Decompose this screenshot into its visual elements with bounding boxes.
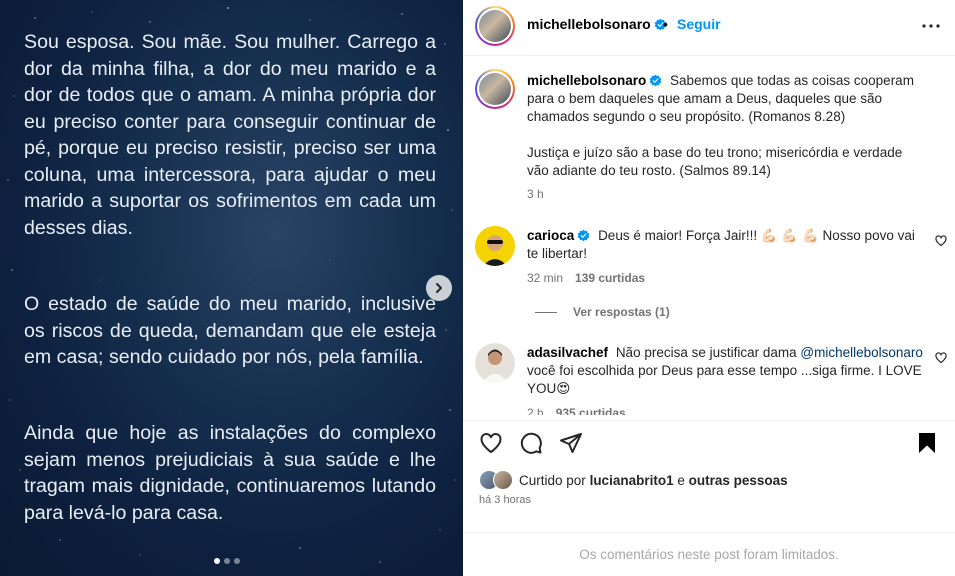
- comment-avatar[interactable]: [475, 226, 515, 266]
- verified-badge-icon: [577, 229, 590, 242]
- likes-summary: Curtido por lucianabrito1 e outras pesso…: [479, 470, 788, 490]
- comment-meta: 32 min 139 curtidas: [527, 271, 645, 285]
- comment-username[interactable]: adasilvachef: [527, 345, 608, 360]
- author-username[interactable]: michellebolsonaro: [527, 16, 667, 32]
- carousel-next-button[interactable]: [426, 275, 452, 301]
- avatar-image: [475, 226, 515, 266]
- comment-item: adasilvachef Não precisa se justificar d…: [463, 343, 955, 415]
- view-replies-label: Ver respostas (1): [573, 305, 670, 319]
- media-paragraph-2: O estado de saúde do meu marido, inclusi…: [24, 293, 436, 368]
- carousel-dot-active: [214, 558, 220, 564]
- caption-text: michellebolsonaro Sabemos que todas as c…: [527, 72, 927, 180]
- replies-line: [535, 311, 557, 313]
- chevron-right-icon: [436, 283, 442, 293]
- verified-badge-icon: [649, 74, 662, 87]
- comment-icon[interactable]: [519, 431, 543, 455]
- heart-icon[interactable]: [479, 431, 503, 455]
- comment-body: carioca Deus é maior! Força Jair!!! 💪🏻 💪…: [527, 227, 927, 263]
- likes-middle: e: [677, 472, 685, 488]
- caption-time: 3 h: [527, 187, 544, 201]
- comment-avatar[interactable]: [475, 343, 515, 383]
- likes-others[interactable]: outras pessoas: [689, 473, 788, 488]
- post-media: Sou esposa. Sou mãe. Sou mulher. Carrego…: [0, 0, 463, 576]
- caption-avatar[interactable]: [475, 69, 515, 109]
- comment-username[interactable]: carioca: [527, 228, 590, 243]
- media-paragraph-3: Ainda que hoje as instalações do complex…: [24, 422, 436, 524]
- send-icon[interactable]: [559, 431, 583, 455]
- carousel-dot: [224, 558, 230, 564]
- comment-text-before: Não precisa se justificar dama: [615, 345, 797, 360]
- comment-likes[interactable]: 139 curtidas: [575, 271, 645, 285]
- comment-text-after: você foi escolhida por Deus para esse te…: [527, 363, 922, 396]
- author-avatar[interactable]: [475, 6, 515, 46]
- action-bar: [463, 420, 955, 466]
- liker-avatar: [493, 470, 513, 490]
- comment-time: 32 min: [527, 271, 564, 285]
- follow-button[interactable]: Seguir: [677, 16, 721, 32]
- likes-user[interactable]: lucianabrito1: [590, 473, 674, 488]
- carousel-dot: [234, 558, 240, 564]
- likes-prefix: Curtido por: [519, 472, 586, 488]
- caption-text-2: Justiça e juízo são a base do teu trono;…: [527, 145, 903, 178]
- heart-icon[interactable]: [935, 352, 947, 364]
- carousel-indicator: [214, 558, 240, 564]
- ellipsis-icon[interactable]: [919, 14, 943, 38]
- comment-time: 2 h: [527, 406, 544, 415]
- caption-meta: 3 h: [527, 187, 544, 201]
- header-separator: •: [663, 16, 668, 32]
- media-paragraph-1: Sou esposa. Sou mãe. Sou mulher. Carrego…: [24, 31, 436, 239]
- post-sidebar: michellebolsonaro • Seguir michellebolso…: [463, 0, 955, 576]
- comments-limited-notice: Os comentários neste post foram limitado…: [463, 532, 955, 576]
- mention-link[interactable]: @michellebolsonaro: [800, 345, 923, 360]
- comment-body: adasilvachef Não precisa se justificar d…: [527, 344, 927, 398]
- view-replies-button[interactable]: Ver respostas (1): [535, 305, 670, 319]
- avatar-image: [475, 343, 515, 383]
- post-timestamp: há 3 horas: [479, 494, 531, 506]
- liker-avatars[interactable]: [479, 470, 515, 490]
- comment-meta: 2 h 935 curtidas: [527, 406, 626, 415]
- caption-username[interactable]: michellebolsonaro: [527, 73, 662, 88]
- heart-icon[interactable]: [935, 235, 947, 247]
- post-header: michellebolsonaro • Seguir: [463, 0, 955, 56]
- comment-likes[interactable]: 935 curtidas: [556, 406, 626, 415]
- bookmark-icon[interactable]: [915, 431, 939, 455]
